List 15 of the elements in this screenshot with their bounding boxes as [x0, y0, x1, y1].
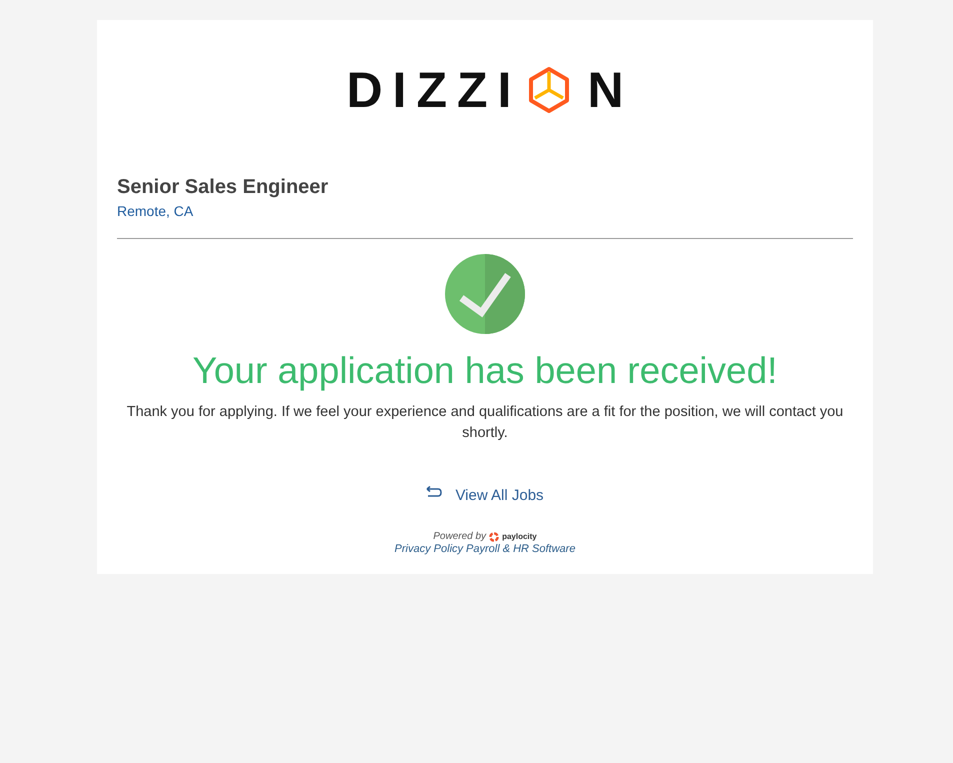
check-circle-icon [445, 254, 525, 334]
powered-by-text: Powered by [433, 531, 486, 543]
job-title: Senior Sales Engineer [117, 175, 328, 200]
footer-link[interactable]: Payroll & HR Software [466, 543, 576, 556]
job-location: Remote, CA [117, 202, 194, 220]
brand-name: paylocity [502, 531, 537, 543]
brand-logo-icon [489, 532, 500, 542]
confirmation-message: Thank you for applying. If we feel your experience and qualifications are a fit for the position, we will contact you shortly. [126, 403, 844, 443]
logo-text: N [587, 65, 624, 115]
logo-text: DIZZI [346, 65, 522, 115]
return-arrow-icon [426, 486, 442, 498]
view-all-jobs-link[interactable]: View All Jobs [426, 486, 544, 506]
confirmation-heading: Your application has been received! [192, 349, 778, 393]
footer-link[interactable]: Privacy Policy [394, 543, 464, 556]
hexagon-cube-icon [527, 66, 572, 114]
